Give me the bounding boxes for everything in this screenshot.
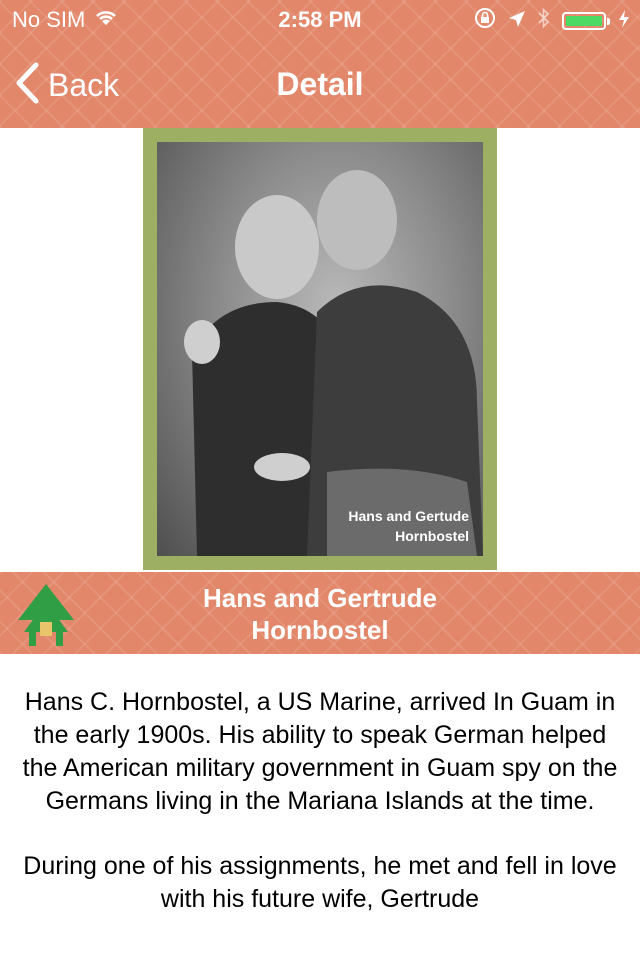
status-bar: No SIM 2:58 PM — [0, 0, 640, 40]
photo-silhouettes — [184, 170, 483, 556]
orientation-lock-icon — [474, 7, 496, 35]
latte-house-icon — [16, 582, 76, 646]
photo-caption-line1: Hans and Gertude — [348, 508, 469, 524]
photo-caption-line2: Hornbostel — [395, 528, 469, 544]
couple-photo: Hans and Gertude Hornbostel — [157, 142, 483, 556]
header: No SIM 2:58 PM Back Detail — [0, 0, 640, 128]
battery-icon — [562, 12, 610, 30]
photo-frame: Hans and Gertude Hornbostel — [143, 128, 497, 570]
description-paragraph-1: Hans C. Hornbostel, a US Marine, arrived… — [22, 688, 618, 815]
description: Hans C. Hornbostel, a US Marine, arrived… — [20, 686, 620, 948]
navigation-bar: Back Detail — [0, 40, 640, 128]
item-title-line2: Hornbostel — [251, 615, 389, 645]
item-title: Hans and Gertrude Hornbostel — [130, 582, 510, 646]
description-paragraph-2: During one of his assignments, he met an… — [23, 852, 617, 913]
photo-caption: Hans and Gertude Hornbostel — [348, 506, 469, 546]
status-right — [474, 7, 630, 35]
battery-tip — [607, 18, 610, 25]
battery-level — [566, 16, 602, 26]
location-arrow-icon — [508, 8, 526, 34]
bluetooth-icon — [538, 7, 550, 35]
app-screen: No SIM 2:58 PM Back Detail Hans and Gert… — [0, 0, 640, 960]
charging-bolt-icon — [618, 8, 630, 34]
nav-title: Detail — [276, 66, 364, 102]
item-title-line1: Hans and Gertrude — [202, 583, 438, 613]
title-band: Hans and Gertrude Hornbostel — [0, 572, 640, 654]
